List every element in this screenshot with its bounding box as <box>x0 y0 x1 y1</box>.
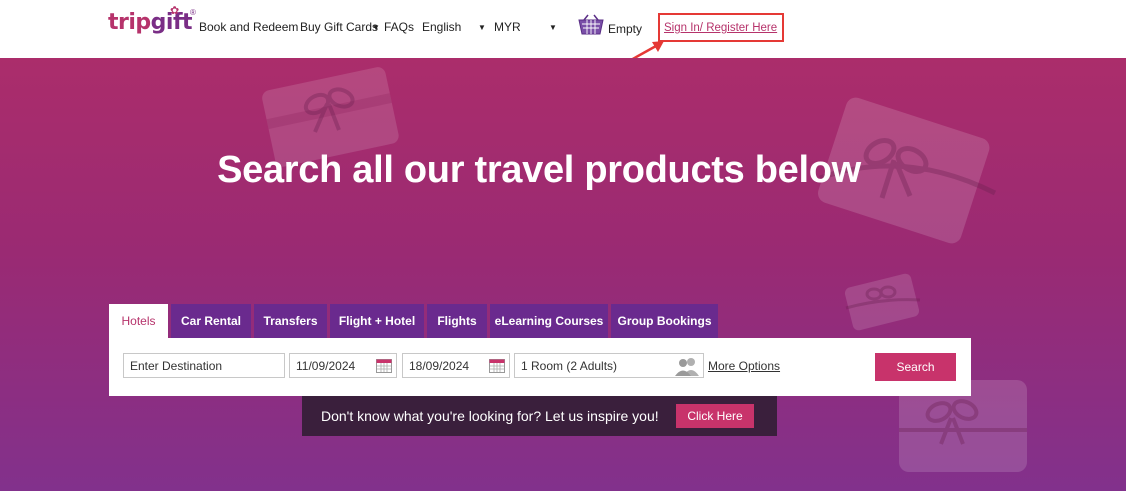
checkin-date-input[interactable]: 11/09/2024 <box>289 353 397 378</box>
tab-hotels[interactable]: Hotels <box>109 304 168 338</box>
site-header: tripgift ✿ ® Book and Redeem Buy Gift Ca… <box>0 0 1126 67</box>
checkin-date-value: 11/09/2024 <box>296 358 356 373</box>
search-button[interactable]: Search <box>875 353 956 381</box>
gift-card-decoration-icon <box>844 273 921 331</box>
tripgift-logo[interactable]: tripgift ✿ ® <box>108 5 196 40</box>
more-options-link[interactable]: More Options <box>708 359 780 373</box>
language-select[interactable]: English <box>422 20 461 34</box>
cart-status[interactable]: Empty <box>608 22 642 36</box>
hotel-search-panel: Enter Destination 11/09/2024 18/09/2024 … <box>109 338 971 396</box>
caret-down-icon[interactable]: ▼ <box>372 23 380 32</box>
currency-select[interactable]: MYR <box>494 20 521 34</box>
tab-transfers[interactable]: Transfers <box>254 304 327 338</box>
click-here-button[interactable]: Click Here <box>676 404 754 428</box>
rooms-guests-value: 1 Room (2 Adults) <box>521 358 618 373</box>
signin-register-link[interactable]: Sign In/ Register Here <box>664 22 777 34</box>
registered-mark: ® <box>190 8 196 17</box>
guests-icon <box>675 358 699 376</box>
language-caret-icon[interactable]: ▼ <box>478 23 486 32</box>
nav-faqs[interactable]: FAQs <box>384 20 414 34</box>
calendar-icon[interactable] <box>489 359 505 373</box>
bow-icon: ✿ <box>170 5 180 17</box>
tab-car-rental[interactable]: Car Rental <box>171 304 251 338</box>
calendar-icon[interactable] <box>376 359 392 373</box>
hero-title: Search all our travel products below <box>217 149 861 191</box>
tab-elearning-courses[interactable]: eLearning Courses <box>490 304 608 338</box>
currency-caret-icon[interactable]: ▼ <box>549 23 557 32</box>
tab-flight-hotel[interactable]: Flight + Hotel <box>330 304 424 338</box>
basket-icon[interactable] <box>578 14 604 36</box>
inspire-banner: Don't know what you're looking for? Let … <box>302 396 777 436</box>
inspire-text: Don't know what you're looking for? Let … <box>321 408 659 424</box>
nav-buy-gift-cards[interactable]: Buy Gift Cards <box>300 20 378 34</box>
destination-input[interactable]: Enter Destination <box>123 353 285 378</box>
nav-book-and-redeem[interactable]: Book and Redeem <box>199 20 298 34</box>
checkout-date-input[interactable]: 18/09/2024 <box>402 353 510 378</box>
checkout-date-value: 18/09/2024 <box>409 358 470 373</box>
rooms-guests-select[interactable]: 1 Room (2 Adults) <box>514 353 704 378</box>
tab-group-bookings[interactable]: Group Bookings <box>611 304 718 338</box>
tab-flights[interactable]: Flights <box>427 304 487 338</box>
